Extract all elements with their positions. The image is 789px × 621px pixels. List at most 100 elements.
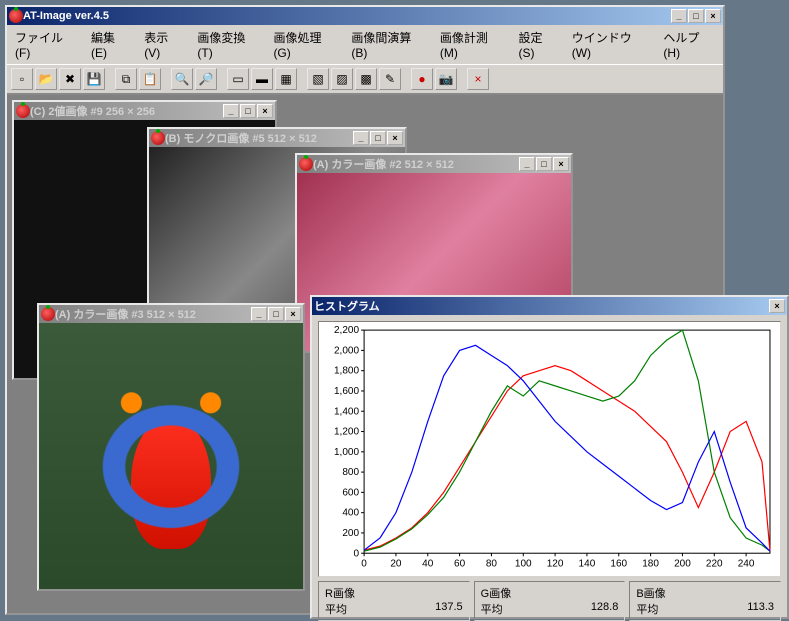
menu-operation[interactable]: 画像間演算(B) xyxy=(347,27,429,62)
child-b-maximize-button[interactable]: □ xyxy=(370,131,386,145)
page-icon: ▫ xyxy=(20,72,24,86)
tb-tool3-button[interactable]: ▩ xyxy=(355,68,377,90)
menu-edit[interactable]: 編集(E) xyxy=(87,27,134,62)
menu-file[interactable]: ファイル(F) xyxy=(11,27,81,62)
tb-tool2-button[interactable]: ▨ xyxy=(331,68,353,90)
menu-process[interactable]: 画像処理(G) xyxy=(269,27,341,62)
svg-text:200: 200 xyxy=(674,558,691,569)
svg-text:140: 140 xyxy=(579,558,596,569)
child-a2-close-button[interactable]: × xyxy=(553,157,569,171)
berry-icon xyxy=(299,157,313,171)
menu-help[interactable]: ヘルプ(H) xyxy=(659,27,719,62)
svg-text:20: 20 xyxy=(390,558,402,569)
tb-record-button[interactable]: ● xyxy=(411,68,433,90)
tb-copy-button[interactable]: ⧉ xyxy=(115,68,137,90)
save-icon: 💾 xyxy=(87,72,102,86)
menu-window[interactable]: ウインドウ(W) xyxy=(568,27,654,62)
child-a2-titlebar[interactable]: (A) カラー画像 #2 512 × 512 _ □ × xyxy=(297,155,571,173)
rect-fill-icon: ▬ xyxy=(256,72,268,86)
svg-text:120: 120 xyxy=(547,558,564,569)
paste-icon: 📋 xyxy=(143,72,158,86)
record-icon: ● xyxy=(418,72,425,86)
hist-title: ヒストグラム xyxy=(314,298,769,314)
tb-open-button[interactable]: 📂 xyxy=(35,68,57,90)
stat-r-mean: 137.5 xyxy=(435,601,463,617)
stat-g-mean: 128.8 xyxy=(591,601,619,617)
toolbar: ▫ 📂 ✖ 💾 ⧉ 📋 🔍 🔎 ▭ ▬ ▦ ▧ ▨ ▩ ✎ ● 📷 × xyxy=(7,64,723,94)
child-a3-close-button[interactable]: × xyxy=(285,307,301,321)
child-a3-maximize-button[interactable]: □ xyxy=(268,307,284,321)
zoom-in-icon: 🔍 xyxy=(175,72,190,86)
svg-text:60: 60 xyxy=(454,558,466,569)
menu-settings[interactable]: 設定(S) xyxy=(515,27,562,62)
tb-grid-button[interactable]: ▦ xyxy=(275,68,297,90)
child-c-maximize-button[interactable]: □ xyxy=(240,104,256,118)
tb-rect-button[interactable]: ▭ xyxy=(227,68,249,90)
image2-icon: ▨ xyxy=(336,72,347,86)
tb-save-button[interactable]: 💾 xyxy=(83,68,105,90)
child-c-title: (C) 2値画像 #9 256 × 256 xyxy=(30,103,223,119)
child-a2-title: (A) カラー画像 #2 512 × 512 xyxy=(313,156,519,172)
svg-text:1,000: 1,000 xyxy=(334,447,359,458)
berry-icon xyxy=(16,104,30,118)
tb-delete-button[interactable]: ✖ xyxy=(59,68,81,90)
image3-icon: ▩ xyxy=(360,72,371,86)
tb-cam-button[interactable]: 📷 xyxy=(435,68,457,90)
folder-open-icon: 📂 xyxy=(39,72,54,86)
tb-new-button[interactable]: ▫ xyxy=(11,68,33,90)
svg-text:40: 40 xyxy=(422,558,434,569)
histogram-window[interactable]: ヒストグラム × 02004006008001,0001,2001,4001,6… xyxy=(310,295,789,619)
tb-zoom-in-button[interactable]: 🔍 xyxy=(171,68,193,90)
child-c-minimize-button[interactable]: _ xyxy=(223,104,239,118)
stat-group-r: R画像 平均 137.5 xyxy=(318,581,470,621)
child-b-minimize-button[interactable]: _ xyxy=(353,131,369,145)
svg-text:0: 0 xyxy=(361,558,367,569)
child-a3-minimize-button[interactable]: _ xyxy=(251,307,267,321)
close-small-icon: × xyxy=(474,72,481,86)
main-title: AT-Image ver.4.5 xyxy=(23,10,671,22)
tb-pencil-button[interactable]: ✎ xyxy=(379,68,401,90)
stat-b-label: B画像 xyxy=(636,585,774,601)
main-close-button[interactable]: × xyxy=(705,9,721,23)
child-window-a3[interactable]: (A) カラー画像 #3 512 × 512 _ □ × xyxy=(37,303,305,591)
svg-text:0: 0 xyxy=(354,548,360,559)
stat-group-g: G画像 平均 128.8 xyxy=(474,581,626,621)
stat-r-mean-label: 平均 xyxy=(325,601,347,617)
child-b-close-button[interactable]: × xyxy=(387,131,403,145)
svg-text:220: 220 xyxy=(706,558,723,569)
menu-transform[interactable]: 画像変換(T) xyxy=(193,27,263,62)
tb-close-button[interactable]: × xyxy=(467,68,489,90)
child-c-titlebar[interactable]: (C) 2値画像 #9 256 × 256 _ □ × xyxy=(14,102,275,120)
stat-b-mean: 113.3 xyxy=(747,601,774,617)
svg-text:600: 600 xyxy=(342,487,359,498)
svg-text:2,000: 2,000 xyxy=(334,345,359,356)
menu-view[interactable]: 表示(V) xyxy=(140,27,187,62)
image-icon: ▧ xyxy=(312,72,323,86)
child-c-close-button[interactable]: × xyxy=(257,104,273,118)
rect-icon: ▭ xyxy=(232,72,243,86)
stat-group-b: B画像 平均 113.3 xyxy=(629,581,781,621)
hist-titlebar[interactable]: ヒストグラム × xyxy=(312,297,787,315)
svg-text:80: 80 xyxy=(486,558,498,569)
child-b-title: (B) モノクロ画像 #5 512 × 512 xyxy=(165,130,353,146)
hist-close-button[interactable]: × xyxy=(769,299,785,313)
tb-rect-fill-button[interactable]: ▬ xyxy=(251,68,273,90)
svg-text:100: 100 xyxy=(515,558,532,569)
main-titlebar[interactable]: AT-Image ver.4.5 _ □ × xyxy=(7,7,723,25)
child-a2-maximize-button[interactable]: □ xyxy=(536,157,552,171)
tb-paste-button[interactable]: 📋 xyxy=(139,68,161,90)
histogram-svg: 02004006008001,0001,2001,4001,6001,8002,… xyxy=(319,322,780,576)
zoom-out-icon: 🔎 xyxy=(199,72,214,86)
child-a2-minimize-button[interactable]: _ xyxy=(519,157,535,171)
menu-measure[interactable]: 画像計測(M) xyxy=(436,27,509,62)
tb-zoom-out-button[interactable]: 🔎 xyxy=(195,68,217,90)
stat-b-mean-label: 平均 xyxy=(636,601,658,617)
svg-text:400: 400 xyxy=(342,508,359,519)
svg-text:1,800: 1,800 xyxy=(334,366,359,377)
main-maximize-button[interactable]: □ xyxy=(688,9,704,23)
tb-tool1-button[interactable]: ▧ xyxy=(307,68,329,90)
pencil-icon: ✎ xyxy=(385,72,395,86)
main-minimize-button[interactable]: _ xyxy=(671,9,687,23)
child-a3-titlebar[interactable]: (A) カラー画像 #3 512 × 512 _ □ × xyxy=(39,305,303,323)
child-b-titlebar[interactable]: (B) モノクロ画像 #5 512 × 512 _ □ × xyxy=(149,129,405,147)
